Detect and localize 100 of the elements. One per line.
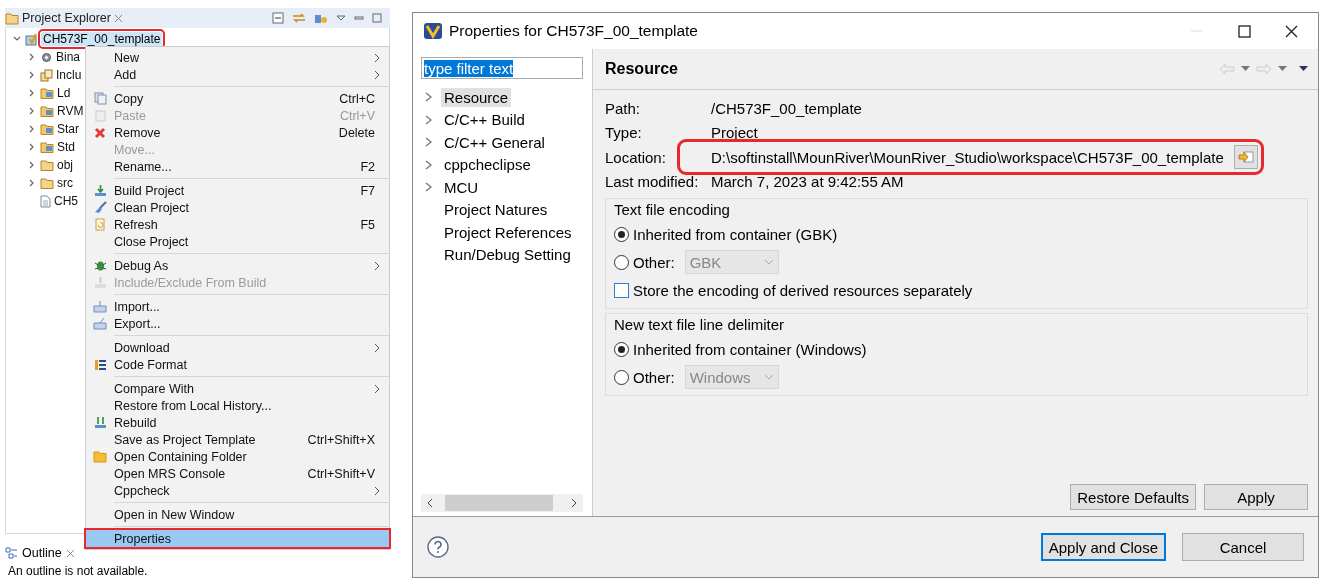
- refresh-icon: [93, 218, 107, 231]
- menu-item[interactable]: Restore from Local History...: [86, 397, 389, 414]
- scroll-left-icon[interactable]: [425, 497, 435, 509]
- nav-item[interactable]: Run/Debug Setting: [441, 245, 574, 265]
- help-icon[interactable]: [427, 536, 449, 558]
- close-icon[interactable]: [1285, 24, 1298, 38]
- outline-message: An outline is not available.: [7, 564, 149, 578]
- field-value: D:\softinstall\MounRiver\MounRiver_Studio\workspace\CH573F_00_template: [711, 148, 1224, 166]
- chevron-down-icon: [763, 373, 774, 381]
- scroll-right-icon[interactable]: [569, 497, 579, 509]
- nav-item[interactable]: MCU: [441, 177, 482, 197]
- dialog-button[interactable]: Apply and Close: [1040, 533, 1166, 561]
- group-title: Text file encoding: [614, 199, 731, 220]
- tree-item[interactable]: RVM: [57, 104, 84, 118]
- option-label[interactable]: Store the encoding of derived resources separately: [633, 281, 973, 299]
- filter-icon[interactable]: [314, 12, 328, 24]
- menu-item[interactable]: Clean Project: [86, 199, 389, 216]
- menu-item[interactable]: Save as Project Template Ctrl+Shift+X: [86, 431, 389, 448]
- option-label[interactable]: Other:: [633, 368, 675, 386]
- menu-item[interactable]: Rebuild: [86, 414, 389, 431]
- gear-icon: [40, 50, 53, 64]
- project-name[interactable]: CH573F_00_template: [41, 32, 163, 46]
- menu-item[interactable]: Rename... F2: [86, 158, 389, 175]
- tree-item[interactable]: Inclu: [56, 68, 82, 82]
- view-title[interactable]: Outline: [22, 546, 62, 560]
- menu-item[interactable]: Add: [86, 66, 389, 83]
- build-icon: [93, 184, 107, 197]
- radio-button[interactable]: [614, 254, 629, 270]
- page-button[interactable]: Apply: [1204, 484, 1308, 510]
- nav-item[interactable]: C/C++ Build: [441, 110, 528, 130]
- page-title: Resource: [605, 60, 678, 78]
- filter-field[interactable]: type filter text: [421, 57, 583, 79]
- dropdown-icon[interactable]: [1278, 66, 1287, 72]
- dropdown-icon[interactable]: [1241, 66, 1250, 72]
- menu-item[interactable]: Refresh F5: [86, 216, 389, 233]
- link-icon[interactable]: [292, 12, 306, 24]
- menu-item[interactable]: Import...: [86, 298, 389, 315]
- collapse-icon[interactable]: [272, 12, 284, 24]
- horizontal-scrollbar[interactable]: [421, 494, 583, 512]
- menu-item[interactable]: New: [86, 49, 389, 66]
- nav-item[interactable]: C/C++ General: [441, 132, 548, 152]
- option-label[interactable]: Other:: [633, 253, 675, 271]
- menu-item[interactable]: Debug As: [86, 257, 389, 274]
- page-button[interactable]: Restore Defaults: [1070, 484, 1196, 510]
- folder-icon: [40, 123, 54, 135]
- menu-item[interactable]: Copy Ctrl+C: [86, 90, 389, 107]
- field-value: March 7, 2023 at 9:42:55 AM: [711, 173, 904, 191]
- tree-item[interactable]: Std: [57, 140, 75, 154]
- radio-button[interactable]: [614, 341, 629, 357]
- menu-item[interactable]: Open Containing Folder: [86, 448, 389, 465]
- menu-item[interactable]: Open MRS Console Ctrl+Shift+V: [86, 465, 389, 482]
- bug-icon: [93, 259, 107, 272]
- menu-item[interactable]: Code Format: [86, 356, 389, 373]
- menu-item[interactable]: Download: [86, 339, 389, 356]
- nav-item[interactable]: Project References: [441, 222, 575, 242]
- field-value: /CH573F_00_template: [711, 99, 862, 117]
- menu-item[interactable]: Open in New Window: [86, 506, 389, 523]
- view-menu-icon[interactable]: [1299, 66, 1308, 72]
- folder-icon: [40, 87, 54, 99]
- radio-button[interactable]: [614, 226, 629, 242]
- folder-icon: [40, 141, 54, 153]
- tree-item[interactable]: Ld: [57, 86, 71, 100]
- tree-item[interactable]: src: [57, 176, 73, 190]
- field-label: Last modified:: [605, 173, 700, 191]
- maximize-icon[interactable]: [372, 13, 382, 23]
- tree-item[interactable]: Star: [57, 122, 79, 136]
- library-icon: [40, 68, 53, 82]
- format-icon: [93, 358, 107, 371]
- radio-button[interactable]: [614, 369, 629, 385]
- tree-item[interactable]: CH5: [54, 194, 78, 208]
- view-menu-icon[interactable]: [336, 14, 346, 22]
- menu-item[interactable]: Export...: [86, 315, 389, 332]
- maximize-icon[interactable]: [1238, 24, 1251, 38]
- option-label[interactable]: Inherited from container (GBK): [633, 225, 838, 243]
- tree-item[interactable]: obj: [57, 158, 73, 172]
- rebuild-icon: [93, 416, 107, 429]
- tree-item[interactable]: Bina: [56, 50, 81, 64]
- window-title: Properties for CH573F_00_template: [449, 22, 698, 40]
- open-location-button[interactable]: [1233, 145, 1258, 170]
- nav-item[interactable]: cppcheclipse: [441, 155, 534, 175]
- menu-item[interactable]: Properties: [86, 530, 389, 547]
- option-label[interactable]: Inherited from container (Windows): [633, 340, 867, 358]
- view-title[interactable]: Project Explorer: [22, 11, 111, 25]
- menu-item[interactable]: Cppcheck: [86, 482, 389, 499]
- chevron-down-icon: [763, 258, 774, 266]
- open-folder-icon: [1237, 150, 1254, 165]
- menu-item[interactable]: Compare With: [86, 380, 389, 397]
- checkbox[interactable]: [614, 282, 629, 298]
- project-icon: [25, 32, 38, 46]
- minimize-icon[interactable]: [354, 14, 364, 22]
- remove-icon: [94, 126, 106, 139]
- nav-item[interactable]: Project Natures: [441, 200, 551, 220]
- dialog-button[interactable]: Cancel: [1182, 533, 1304, 561]
- outline-icon: [5, 547, 18, 559]
- field-label: Type:: [605, 124, 643, 142]
- menu-item[interactable]: Close Project: [86, 233, 389, 250]
- menu-item[interactable]: Remove Delete: [86, 124, 389, 141]
- nav-item[interactable]: Resource: [441, 87, 512, 107]
- menu-item[interactable]: Build Project F7: [86, 182, 389, 199]
- include-icon: [93, 276, 107, 289]
